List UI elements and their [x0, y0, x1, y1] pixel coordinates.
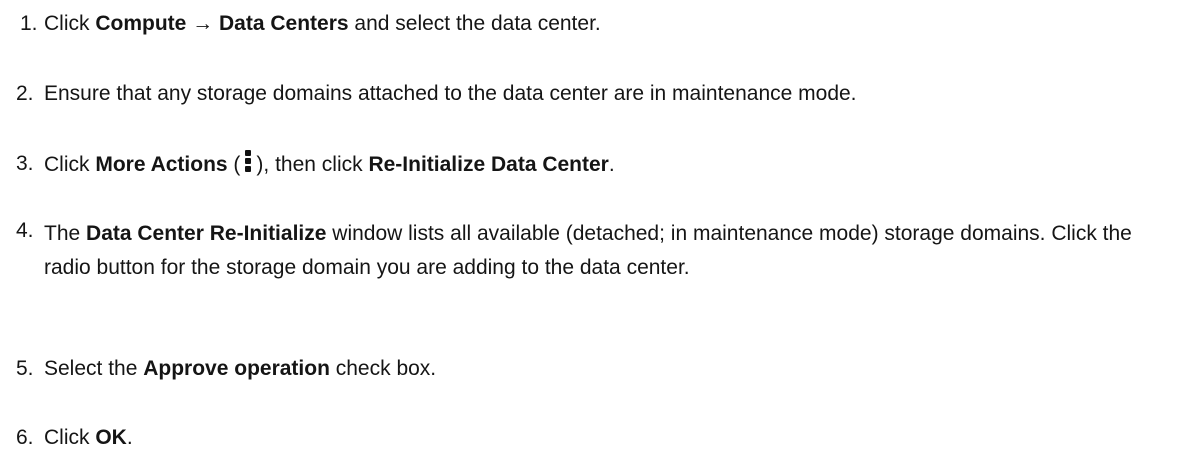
- step-5: 5. Select the Approve operation check bo…: [16, 355, 1166, 383]
- step-3: 3. Click More Actions (), then click Re-…: [16, 150, 1166, 179]
- step-4: 4. The Data Center Re-Initialize window …: [16, 217, 1166, 285]
- more-actions-label: More Actions: [95, 153, 228, 176]
- step-1: 1. Click Compute → Data Centers and sele…: [16, 10, 1166, 38]
- more-actions-kebab-icon: [244, 150, 252, 174]
- reinitialize-data-center-label: Re-Initialize Data Center: [368, 153, 609, 176]
- step-text: Click Compute → Data Centers and select …: [44, 12, 601, 35]
- procedure-steps: 1. Click Compute → Data Centers and sele…: [0, 0, 1180, 464]
- step-6: 6. Click OK.: [16, 424, 1166, 452]
- step-text: The Data Center Re-Initialize window lis…: [44, 222, 1132, 279]
- step-number: 4.: [16, 219, 34, 242]
- step-number: 5.: [16, 357, 34, 380]
- step-number: 6.: [16, 426, 34, 449]
- step-number: 1.: [20, 12, 38, 35]
- step-2: 2. Ensure that any storage domains attac…: [16, 80, 1166, 108]
- step-text: Ensure that any storage domains attached…: [44, 82, 857, 105]
- step-text: Click More Actions (), then click Re-Ini…: [44, 150, 1166, 179]
- menu-path-compute-data-centers: Compute → Data Centers: [95, 12, 349, 35]
- step-text: Select the Approve operation check box.: [44, 357, 437, 380]
- step-number: 3.: [16, 152, 34, 175]
- ok-label: OK: [95, 426, 127, 449]
- step-text: Click OK.: [44, 426, 133, 449]
- step-number: 2.: [16, 82, 34, 105]
- data-center-reinitialize-window-label: Data Center Re-Initialize: [86, 222, 327, 245]
- approve-operation-label: Approve operation: [143, 357, 330, 380]
